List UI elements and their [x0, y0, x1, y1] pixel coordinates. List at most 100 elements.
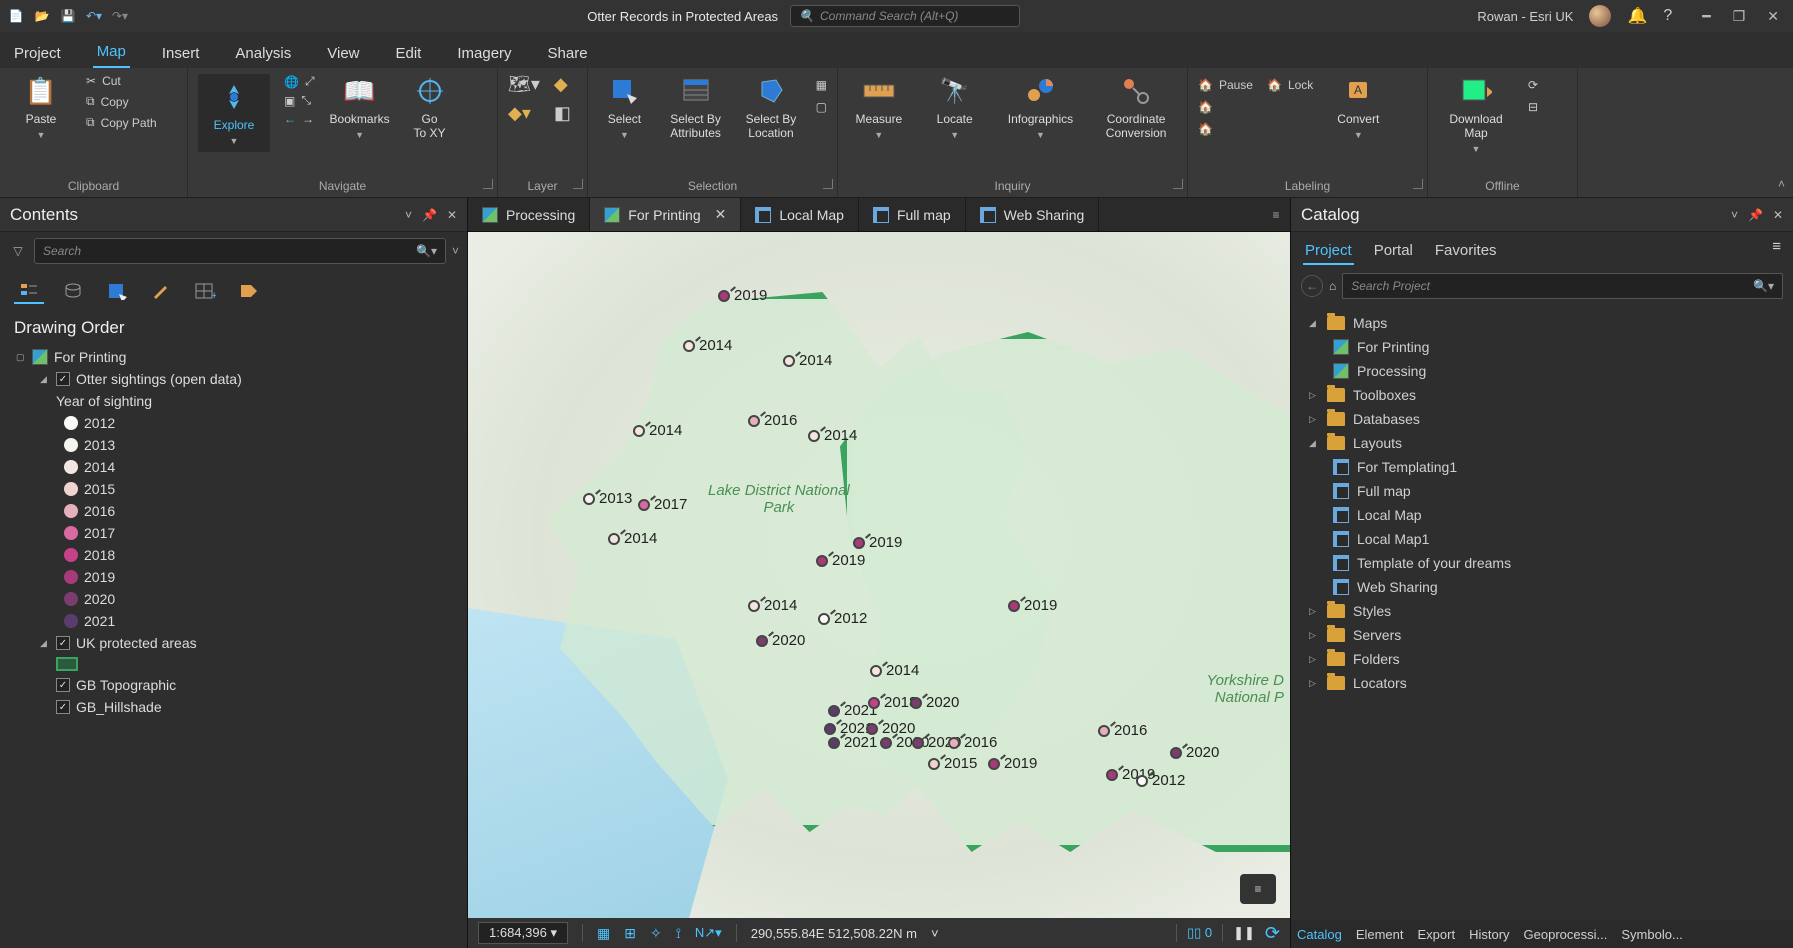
map-point[interactable]: 2012 [1136, 772, 1185, 789]
catalog-node-styles[interactable]: ▷Styles [1299, 599, 1785, 623]
north-icon[interactable]: N↗▾ [695, 925, 722, 941]
filter-icon[interactable]: ▽ [8, 244, 28, 258]
add-data-button[interactable]: ◆▾ [508, 103, 540, 124]
map-point[interactable]: 2019 [1008, 597, 1057, 614]
selected-features-icon[interactable]: ▯▯ 0 [1187, 925, 1212, 941]
qat-save-icon[interactable]: 💾 [58, 6, 78, 26]
map-point[interactable]: 2016 [748, 412, 797, 429]
select-button[interactable]: Select ▼ [598, 74, 651, 140]
layer-symbol[interactable] [16, 654, 457, 674]
catalog-item-web-sharing[interactable]: Web Sharing [1299, 575, 1785, 599]
bottom-tab-element[interactable]: Element [1356, 927, 1404, 942]
map-point[interactable]: 2016 [1098, 722, 1147, 739]
layer-node-otter[interactable]: ◢✓ Otter sightings (open data) [16, 368, 457, 390]
close-icon[interactable]: ✕ [1773, 208, 1783, 222]
basemap-button[interactable]: 🗺▾ [508, 74, 540, 95]
map-point[interactable]: 2016 [948, 734, 997, 751]
checkbox-icon[interactable]: ✓ [56, 678, 70, 692]
pane-options-icon[interactable]: ˅ [1731, 208, 1738, 222]
list-by-drawing-order-button[interactable] [14, 278, 44, 304]
catalog-node-servers[interactable]: ▷Servers [1299, 623, 1785, 647]
pane-options-icon[interactable]: ˅ [405, 208, 412, 222]
dialog-launcher-icon[interactable] [483, 179, 493, 189]
menu-tab-edit[interactable]: Edit [392, 39, 426, 68]
symbol-class[interactable]: 2015 [16, 478, 457, 500]
measure-button[interactable]: Measure ▼ [848, 74, 910, 140]
layer-node-protected[interactable]: ◢✓ UK protected areas [16, 632, 457, 654]
bottom-tab-history[interactable]: History [1469, 927, 1509, 942]
coord-dropdown-icon[interactable]: ˅ [931, 926, 939, 941]
list-by-editing-button[interactable] [146, 278, 176, 304]
select-by-attributes-button[interactable]: Select By Attributes [665, 74, 726, 140]
cut-button[interactable]: ✂Cut [86, 74, 157, 88]
navigator-icon[interactable]: ≡ [1240, 874, 1276, 904]
bookmarks-button[interactable]: 📖 Bookmarks ▼ [329, 74, 391, 140]
view-tab-for-printing[interactable]: For Printing✕ [590, 198, 741, 231]
checkbox-icon[interactable]: ✓ [56, 372, 70, 386]
copy-button[interactable]: ⧉Copy [86, 94, 157, 109]
map-point[interactable]: 2014 [870, 662, 919, 679]
symbol-class[interactable]: 2017 [16, 522, 457, 544]
map-point[interactable]: 2014 [633, 422, 682, 439]
clear-sel-icon[interactable]: ▢ [816, 100, 827, 114]
symbol-class[interactable]: 2020 [16, 588, 457, 610]
dialog-launcher-icon[interactable] [1413, 179, 1423, 189]
catalog-subtab-portal[interactable]: Portal [1372, 238, 1415, 265]
map-point[interactable]: 2019 [853, 534, 902, 551]
catalog-search-input[interactable]: Search Project 🔍▾ [1342, 273, 1783, 299]
catalog-item-local-map[interactable]: Local Map [1299, 503, 1785, 527]
snapping-icon[interactable]: ⊞ [624, 925, 636, 942]
pin-icon[interactable]: 📌 [422, 208, 437, 222]
back-icon[interactable]: ← [1301, 275, 1323, 297]
map-point[interactable]: 2013 [583, 490, 632, 507]
convert-labels-button[interactable]: A Convert ▼ [1327, 74, 1389, 140]
map-scale-input[interactable]: 1:684,396 ▾ [478, 922, 568, 944]
catalog-item-full-map[interactable]: Full map [1299, 479, 1785, 503]
checkbox-icon[interactable]: ✓ [56, 700, 70, 714]
map-point[interactable]: 2020 [1170, 744, 1219, 761]
catalog-item-processing[interactable]: Processing [1299, 359, 1785, 383]
bottom-tab-symbolo-[interactable]: Symbolo... [1621, 927, 1682, 942]
home-icon[interactable]: ⌂ [1329, 279, 1336, 293]
symbol-class[interactable]: 2019 [16, 566, 457, 588]
menu-icon[interactable]: ≡ [1772, 238, 1781, 265]
close-icon[interactable]: ✕ [715, 206, 727, 223]
dialog-launcher-icon[interactable] [1173, 179, 1183, 189]
pause-labels-button[interactable]: 🏠Pause [1198, 78, 1253, 92]
catalog-node-toolboxes[interactable]: ▷Toolboxes [1299, 383, 1785, 407]
symbol-class[interactable]: 2014 [16, 456, 457, 478]
tabs-overflow-icon[interactable]: ≡ [1262, 198, 1290, 231]
map-point[interactable]: 2014 [748, 597, 797, 614]
map-point[interactable]: 2019 [988, 755, 1037, 772]
bottom-tab-export[interactable]: Export [1418, 927, 1456, 942]
attr-table-icon[interactable]: ▦ [816, 78, 827, 92]
help-icon[interactable]: ? [1663, 7, 1672, 25]
catalog-item-template-of-your-dreams[interactable]: Template of your dreams [1299, 551, 1785, 575]
catalog-node-locators[interactable]: ▷Locators [1299, 671, 1785, 695]
symbol-class[interactable]: 2018 [16, 544, 457, 566]
catalog-subtab-favorites[interactable]: Favorites [1433, 238, 1499, 265]
close-icon[interactable]: ✕ [447, 208, 457, 222]
catalog-item-local-map1[interactable]: Local Map1 [1299, 527, 1785, 551]
layer-node-topo[interactable]: ▸✓ GB Topographic [16, 674, 457, 696]
fixed-zoom-out-icon[interactable]: ⤡ [301, 93, 311, 108]
map-point[interactable]: 2014 [808, 427, 857, 444]
prev-extent-icon[interactable]: ← [284, 112, 296, 126]
view-unplaced-button[interactable]: 🏠 [1198, 100, 1253, 114]
menu-tab-view[interactable]: View [323, 39, 363, 68]
copy-path-button[interactable]: ⧉Copy Path [86, 115, 157, 130]
map-point[interactable]: 2019 [718, 287, 767, 304]
menu-tab-analysis[interactable]: Analysis [231, 39, 295, 68]
grid-icon[interactable]: ✧ [650, 925, 662, 942]
map-point[interactable]: 2019 [816, 552, 865, 569]
next-extent-icon[interactable]: → [302, 112, 314, 126]
select-by-location-button[interactable]: Select By Location [740, 74, 801, 140]
explore-button[interactable]: Explore ▼ [198, 74, 270, 152]
bottom-tab-geoprocessi-[interactable]: Geoprocessi... [1524, 927, 1608, 942]
infographics-button[interactable]: Infographics ▼ [1000, 74, 1082, 140]
catalog-item-for-printing[interactable]: For Printing [1299, 335, 1785, 359]
view-tab-local-map[interactable]: Local Map [741, 198, 859, 231]
layer-node-hillshade[interactable]: ▸✓ GB_Hillshade [16, 696, 457, 718]
catalog-subtab-project[interactable]: Project [1303, 238, 1354, 265]
search-options-icon[interactable]: ˅ [452, 244, 459, 258]
